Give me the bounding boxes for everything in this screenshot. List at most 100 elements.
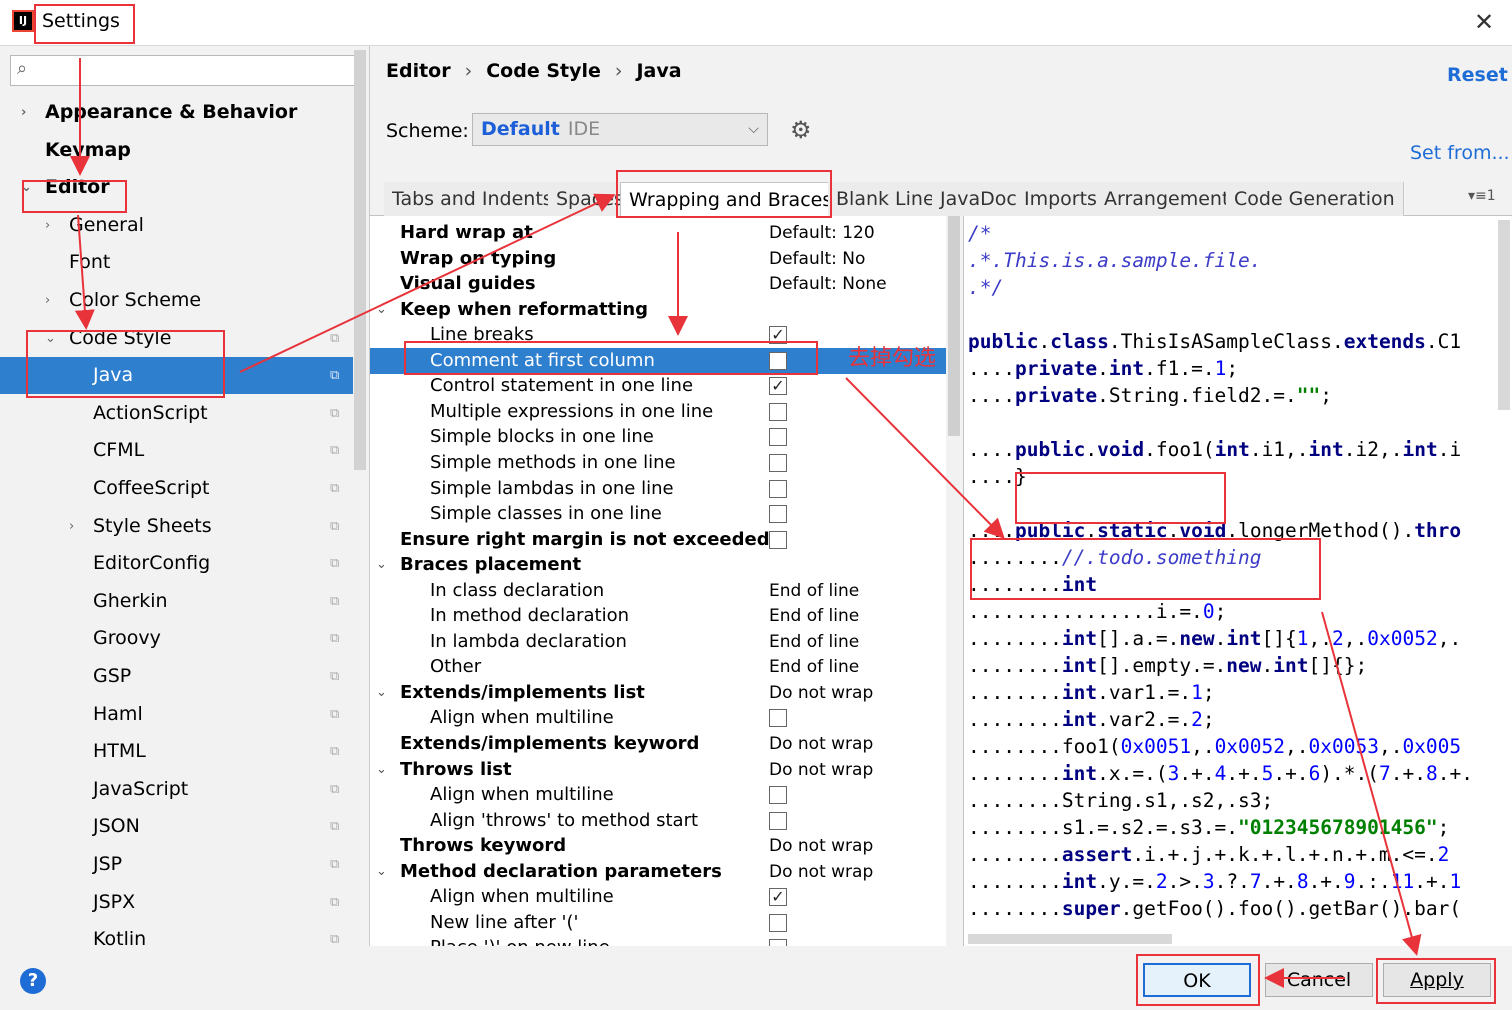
sidebar-item-font[interactable]: Font xyxy=(0,244,353,281)
setting-row-align-when-multiline[interactable]: Align when multiline ✓ xyxy=(370,884,946,910)
sidebar-item-gherkin[interactable]: Gherkin ⧉ xyxy=(0,583,353,620)
tab-imports[interactable]: Imports xyxy=(1016,182,1106,216)
setting-row-in-lambda-declaration[interactable]: In lambda declaration End of line xyxy=(370,629,946,655)
setting-row-multiple-expressions-in-one-line[interactable]: Multiple expressions in one line xyxy=(370,399,946,425)
sidebar-item-actionscript[interactable]: ActionScript ⧉ xyxy=(0,395,353,432)
gear-icon[interactable]: ⚙ xyxy=(790,116,812,144)
checkbox-unchecked[interactable] xyxy=(769,913,787,932)
checkbox-unchecked[interactable] xyxy=(769,479,787,498)
chevron-right-icon[interactable]: › xyxy=(45,207,50,244)
setting-value[interactable]: End of line xyxy=(769,603,859,629)
setting-value[interactable]: End of line xyxy=(769,578,859,604)
sidebar-item-haml[interactable]: Haml ⧉ xyxy=(0,696,353,733)
setting-row-method-declaration-parameters[interactable]: ⌄ Method declaration parameters Do not wra… xyxy=(370,859,946,885)
chevron-down-icon[interactable]: ⌄ xyxy=(376,297,387,323)
checkbox-unchecked[interactable] xyxy=(769,505,787,524)
sidebar-item-jsp[interactable]: JSP ⧉ xyxy=(0,846,353,883)
checkbox-unchecked[interactable] xyxy=(769,709,787,728)
setting-row-simple-classes-in-one-line[interactable]: Simple classes in one line xyxy=(370,501,946,527)
ok-button[interactable]: OK xyxy=(1143,963,1251,997)
setting-value[interactable]: End of line xyxy=(769,629,859,655)
setting-value[interactable]: Do not wrap xyxy=(769,859,873,885)
setting-row-in-class-declaration[interactable]: In class declaration End of line xyxy=(370,578,946,604)
cancel-button[interactable]: Cancel xyxy=(1265,963,1373,997)
chevron-down-icon[interactable]: ⌄ xyxy=(21,169,32,206)
setting-row-simple-methods-in-one-line[interactable]: Simple methods in one line xyxy=(370,450,946,476)
sidebar-item-cfml[interactable]: CFML ⧉ xyxy=(0,432,353,469)
checkbox-checked[interactable]: ✓ xyxy=(769,888,787,907)
chevron-right-icon[interactable]: › xyxy=(69,508,74,545)
sidebar-item-json[interactable]: JSON ⧉ xyxy=(0,808,353,845)
setting-value[interactable]: Default: 120 xyxy=(769,220,875,246)
setting-value[interactable]: Do not wrap xyxy=(769,757,873,783)
checkbox-checked[interactable]: ✓ xyxy=(769,326,787,345)
sidebar-scrollbar[interactable] xyxy=(354,50,366,470)
setting-row-new-line-after[interactable]: New line after '(' xyxy=(370,910,946,936)
setting-row-control-statement-in-one-line[interactable]: Control statement in one line ✓ xyxy=(370,373,946,399)
chevron-down-icon[interactable]: ⌄ xyxy=(376,552,387,578)
sidebar-item-general[interactable]: › General xyxy=(0,207,353,244)
setting-value[interactable]: Default: No xyxy=(769,246,865,272)
chevron-down-icon[interactable]: ⌄ xyxy=(45,320,56,357)
sidebar-item-editorconfig[interactable]: EditorConfig ⧉ xyxy=(0,545,353,582)
breadcrumb-editor[interactable]: Editor xyxy=(386,60,451,82)
sidebar-item-kotlin[interactable]: Kotlin ⧉ xyxy=(0,921,353,946)
setting-row-align-when-multiline[interactable]: Align when multiline xyxy=(370,705,946,731)
tab-code-generation[interactable]: Code Generation xyxy=(1226,182,1404,216)
tab-tabs-and-indents[interactable]: Tabs and Indents xyxy=(384,182,562,216)
sidebar-item-code-style[interactable]: ⌄ Code Style ⧉ xyxy=(0,320,353,357)
sidebar-item-html[interactable]: HTML ⧉ xyxy=(0,733,353,770)
chevron-down-icon[interactable]: ⌄ xyxy=(376,757,387,783)
search-input[interactable]: ⌕ xyxy=(10,55,359,86)
checkbox-checked[interactable]: ✓ xyxy=(769,377,787,396)
scheme-select[interactable]: Default IDE ⌵ xyxy=(472,113,768,146)
setting-value[interactable]: Do not wrap xyxy=(769,833,873,859)
chevron-right-icon[interactable]: › xyxy=(45,282,50,319)
breadcrumb-code-style[interactable]: Code Style xyxy=(486,60,601,82)
sidebar-item-editor[interactable]: ⌄ Editor xyxy=(0,169,353,206)
setting-row-ensure-right-margin-is-not-exceeded[interactable]: Ensure right margin is not exceeded xyxy=(370,527,946,553)
setting-value[interactable]: Default: None xyxy=(769,271,887,297)
tab-javadoc[interactable]: JavaDoc xyxy=(932,182,1026,216)
chevron-right-icon[interactable]: › xyxy=(21,94,26,131)
sidebar-item-groovy[interactable]: Groovy ⧉ xyxy=(0,620,353,657)
chevron-down-icon[interactable]: ⌄ xyxy=(376,859,387,885)
reset-link[interactable]: Reset xyxy=(1447,64,1508,86)
sidebar-item-color-scheme[interactable]: › Color Scheme xyxy=(0,282,353,319)
sidebar-item-java[interactable]: Java ⧉ xyxy=(0,357,353,395)
sidebar-item-style-sheets[interactable]: › Style Sheets ⧉ xyxy=(0,508,353,545)
checkbox-unchecked[interactable] xyxy=(769,530,787,549)
tab-arrangement[interactable]: Arrangement xyxy=(1096,182,1239,216)
setting-row-visual-guides[interactable]: Visual guides Default: None xyxy=(370,271,946,297)
sidebar-item-gsp[interactable]: GSP ⧉ xyxy=(0,658,353,695)
setting-row-braces-placement[interactable]: ⌄ Braces placement xyxy=(370,552,946,578)
setting-row-simple-blocks-in-one-line[interactable]: Simple blocks in one line xyxy=(370,424,946,450)
setting-row-wrap-on-typing[interactable]: Wrap on typing Default: No xyxy=(370,246,946,272)
setting-row-place-on-new-line[interactable]: Place ')' on new line xyxy=(370,935,946,946)
sidebar-item-javascript[interactable]: JavaScript ⧉ xyxy=(0,771,353,808)
setting-row-throws-keyword[interactable]: Throws keyword Do not wrap xyxy=(370,833,946,859)
sidebar-item-appearance-behavior[interactable]: › Appearance & Behavior xyxy=(0,94,353,131)
settings-scrollbar[interactable] xyxy=(948,216,960,436)
sidebar-item-keymap[interactable]: Keymap xyxy=(0,132,353,169)
set-from-link[interactable]: Set from... xyxy=(1410,142,1510,164)
sidebar-item-coffeescript[interactable]: CoffeeScript ⧉ xyxy=(0,470,353,507)
setting-value[interactable]: End of line xyxy=(769,654,859,680)
close-icon[interactable]: ✕ xyxy=(1474,8,1494,36)
setting-row-throws-list[interactable]: ⌄ Throws list Do not wrap xyxy=(370,757,946,783)
checkbox-unchecked[interactable] xyxy=(769,811,787,830)
help-icon[interactable]: ? xyxy=(20,968,46,994)
apply-button[interactable]: Apply xyxy=(1383,963,1491,997)
setting-row-in-method-declaration[interactable]: In method declaration End of line xyxy=(370,603,946,629)
preview-horizontal-scrollbar[interactable] xyxy=(968,934,1172,944)
sidebar-item-jspx[interactable]: JSPX ⧉ xyxy=(0,884,353,921)
setting-row-other[interactable]: Other End of line xyxy=(370,654,946,680)
setting-row-align-when-multiline[interactable]: Align when multiline xyxy=(370,782,946,808)
checkbox-unchecked[interactable] xyxy=(769,939,787,946)
setting-row-hard-wrap-at[interactable]: Hard wrap at Default: 120 xyxy=(370,220,946,246)
setting-row-simple-lambdas-in-one-line[interactable]: Simple lambdas in one line xyxy=(370,476,946,502)
setting-value[interactable]: Do not wrap xyxy=(769,731,873,757)
setting-row-keep-when-reformatting[interactable]: ⌄ Keep when reformatting xyxy=(370,297,946,323)
checkbox-unchecked[interactable] xyxy=(769,428,787,447)
checkbox-unchecked[interactable] xyxy=(769,453,787,472)
